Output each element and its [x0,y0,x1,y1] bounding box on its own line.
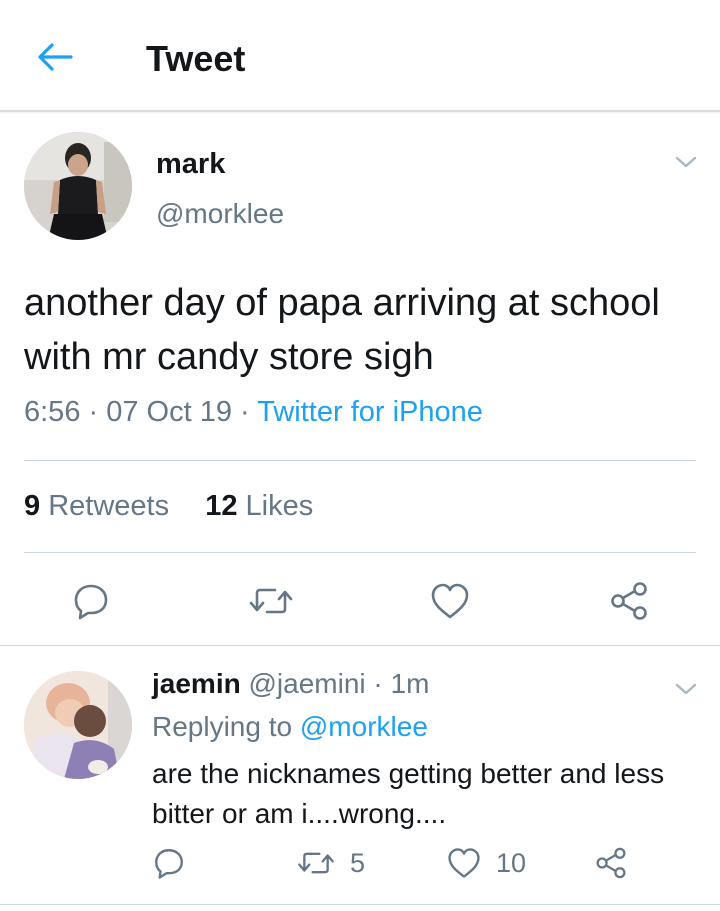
reply-like-button[interactable]: 10 [446,846,526,880]
retweet-icon [249,588,293,614]
avatar-photo [24,132,132,240]
reply-button[interactable] [68,578,114,624]
reply-retweet-button[interactable]: 5 [296,846,365,880]
like-icon [431,583,469,619]
reply-handle[interactable]: @jaemini [248,668,365,699]
replying-label: Replying to [152,711,293,742]
reply-share-button[interactable] [594,846,628,880]
top-bar: Tweet [0,0,720,112]
page-title: Tweet [146,38,246,79]
replying-to: Replying to @morklee [152,711,428,743]
reply-like-count: 10 [496,847,527,878]
retweet-button[interactable] [244,578,298,624]
display-name[interactable]: mark [156,148,225,181]
back-button[interactable] [30,34,80,80]
likes-stat[interactable]: 12 Likes [205,490,313,522]
reply-avatar[interactable] [24,671,132,779]
reply-retweet-count: 5 [350,847,366,878]
divider [0,904,720,905]
retweets-label: Retweets [48,490,170,522]
engagement-stats: 9 Retweets 12 Likes [24,490,313,523]
reply-options-button[interactable] [671,674,701,704]
reply-header: jaemin @jaemini · 1m [152,668,429,700]
tweet-meta: 6:56 · 07 Oct 19 · Twitter for iPhone [24,396,483,429]
divider [0,645,720,646]
share-icon [596,847,626,879]
user-handle[interactable]: @morklee [156,198,284,230]
tweet-source-link[interactable]: Twitter for iPhone [257,396,483,428]
reply-display-name[interactable]: jaemin [152,668,241,699]
share-button[interactable] [606,578,652,624]
mention-link[interactable]: @morklee [300,711,428,742]
meta-separator: · [240,396,258,428]
avatar-photo [24,671,132,779]
reply-reply-button[interactable] [152,846,186,880]
tweet-date: 07 Oct 19 [106,396,232,428]
reply-icon [74,584,108,620]
meta-separator: · [88,396,107,428]
like-button[interactable] [427,578,473,624]
like-icon [448,848,480,878]
reply-icon [155,849,183,879]
divider [24,460,696,461]
avatar[interactable] [24,132,132,240]
tweet-text: another day of papa arriving at school w… [24,282,660,378]
share-icon [611,582,647,620]
reply-time: 1m [390,668,430,699]
chevron-down-icon [675,683,697,695]
chevron-down-icon [675,156,697,168]
reply-text: are the nicknames getting better and les… [152,758,665,829]
retweet-icon [298,852,334,874]
arrow-left-icon [38,43,73,71]
meta-separator: · [373,668,391,699]
tweet-options-button[interactable] [671,147,701,177]
retweets-stat[interactable]: 9 Retweets [24,490,169,522]
divider [24,552,696,553]
tweet-time: 6:56 [24,396,81,428]
retweets-count: 9 [24,490,41,522]
likes-label: Likes [245,490,314,522]
likes-count: 12 [205,490,238,522]
